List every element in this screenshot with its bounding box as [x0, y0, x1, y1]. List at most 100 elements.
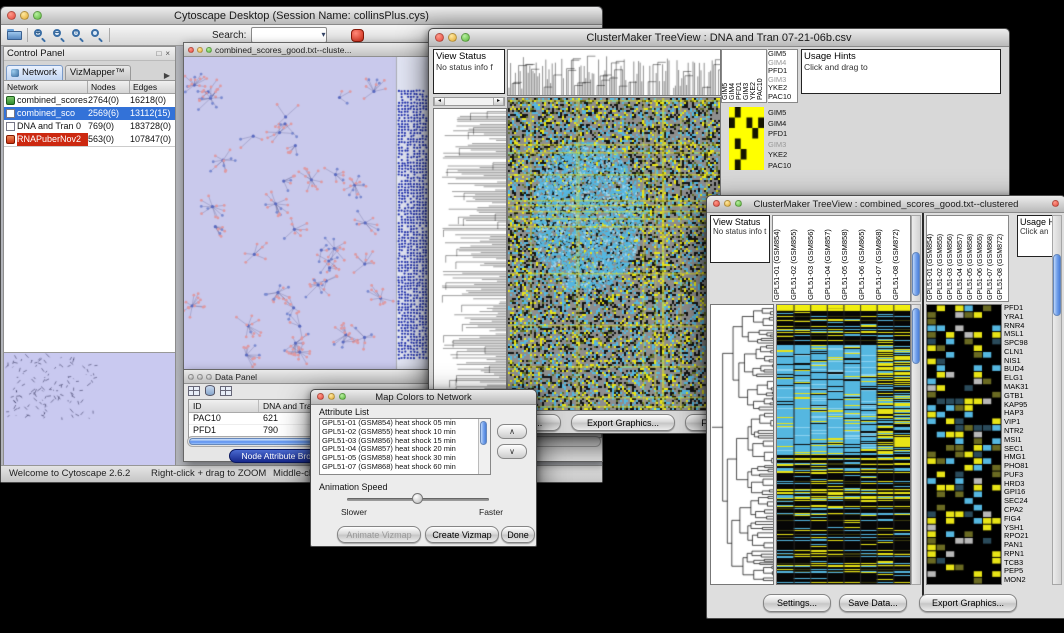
column-dendrogram-canvas[interactable]: [507, 49, 721, 96]
vertical-scrollbar[interactable]: [1052, 215, 1062, 585]
scrollbar-thumb[interactable]: [480, 421, 487, 445]
minimize-button[interactable]: [328, 393, 335, 400]
scrollbar-thumb[interactable]: [1053, 254, 1061, 316]
network-list-row[interactable]: combined_scores2764(0)16218(0): [4, 94, 175, 107]
horizontal-scrollbar[interactable]: ◂ ▸: [433, 97, 505, 106]
zoom-button[interactable]: [33, 11, 42, 20]
export-graphics-button[interactable]: Export Graphics...: [571, 414, 675, 431]
select-attributes-icon[interactable]: [188, 386, 200, 396]
zoom-button[interactable]: [339, 393, 346, 400]
tab-vizmapper[interactable]: VizMapper™: [65, 65, 131, 80]
search-input[interactable]: ▾: [251, 27, 327, 43]
main-titlebar[interactable]: Cytoscape Desktop (Session Name: collins…: [1, 7, 602, 25]
tab-scroll-right-button[interactable]: ▶: [161, 71, 173, 80]
move-down-button[interactable]: ∨: [497, 444, 527, 459]
gene-label[interactable]: PAC10: [768, 93, 797, 102]
scrollbar-thumb[interactable]: [912, 252, 920, 296]
export-graphics-button[interactable]: Export Graphics...: [919, 594, 1017, 612]
column-label[interactable]: GPL51-06 (GSM865): [977, 216, 987, 300]
network-list-row[interactable]: RNAPuberNov2563(0)107847(0): [4, 133, 175, 146]
column-label[interactable]: GPL51-08 (GSM872): [997, 216, 1007, 300]
vertical-scrollbar[interactable]: [911, 304, 921, 585]
gene-label[interactable]: GIM4: [768, 119, 802, 130]
zoom-button[interactable]: [461, 33, 470, 42]
frame-close-icon[interactable]: [188, 374, 194, 380]
column-label[interactable]: GIM3: [743, 50, 750, 100]
column-label[interactable]: GPL51-07 (GSM868): [875, 216, 892, 300]
column-header-network[interactable]: Network: [4, 81, 88, 93]
column-label[interactable]: GPL51-08 (GSM872): [892, 216, 909, 300]
gene-label[interactable]: PFD1: [768, 129, 802, 140]
column-label[interactable]: GPL51-01 (GSM854): [927, 216, 937, 300]
network-canvas[interactable]: [184, 57, 429, 369]
gene-label[interactable]: YKE2: [768, 150, 802, 161]
move-up-button[interactable]: ∧: [497, 424, 527, 439]
create-attribute-icon[interactable]: [205, 385, 215, 396]
network-overview-canvas[interactable]: [4, 353, 175, 464]
similarity-matrix-canvas[interactable]: [729, 107, 764, 170]
network-list-row[interactable]: DNA and Tran 0769(0)183728(0): [4, 120, 175, 133]
zoom-fit-icon[interactable]: ▫: [71, 28, 85, 42]
column-label[interactable]: GIM5: [722, 50, 729, 100]
column-label[interactable]: GPL51-06 (GSM865): [858, 216, 875, 300]
slider-thumb[interactable]: [412, 493, 423, 504]
heatmap-canvas[interactable]: [776, 304, 911, 585]
column-label[interactable]: GPL51-02 (GSM855): [937, 216, 947, 300]
gene-label[interactable]: GIM5: [768, 108, 802, 119]
column-label[interactable]: GPL51-07 (GSM868): [987, 216, 997, 300]
zoom-heatmap-canvas[interactable]: [926, 304, 1002, 585]
attribute-list-item[interactable]: GPL51-07 (GSM868) heat shock 60 min: [320, 463, 490, 472]
tab-network[interactable]: Network: [6, 65, 63, 80]
scroll-left-icon[interactable]: ◂: [434, 98, 445, 105]
column-label[interactable]: YKE2: [750, 50, 757, 100]
zoom-out-icon[interactable]: −: [52, 28, 66, 42]
treeview-dna-titlebar[interactable]: ClusterMaker TreeView : DNA and Tran 07-…: [429, 29, 1009, 47]
error-badge-icon[interactable]: [351, 29, 364, 42]
minimize-button[interactable]: [448, 33, 457, 42]
minimize-button[interactable]: [20, 11, 29, 20]
done-button[interactable]: Done: [501, 526, 535, 543]
column-label[interactable]: GPL51-01 (GSM854): [773, 216, 790, 300]
close-button[interactable]: [713, 200, 720, 207]
column-label[interactable]: GPL51-04 (GSM857): [824, 216, 841, 300]
gene-label[interactable]: GIM3: [768, 140, 802, 151]
vertical-scrollbar[interactable]: [911, 215, 921, 302]
column-label[interactable]: GPL51-02 (GSM855): [790, 216, 807, 300]
column-label[interactable]: PAC10: [757, 50, 764, 100]
scrollbar-thumb[interactable]: [912, 308, 920, 364]
column-header-id[interactable]: ID: [189, 400, 259, 412]
attribute-listbox[interactable]: GPL51-01 (GSM854) heat shock 05 minGPL51…: [319, 418, 491, 475]
column-label[interactable]: GPL51-05 (GSM858): [967, 216, 977, 300]
create-vizmap-button[interactable]: Create Vizmap: [425, 526, 499, 543]
column-label[interactable]: GPL51-04 (GSM857): [957, 216, 967, 300]
listbox-scrollbar[interactable]: [478, 419, 490, 474]
scroll-right-icon[interactable]: ▸: [493, 98, 504, 105]
row-dendrogram-canvas[interactable]: [433, 108, 507, 411]
column-label[interactable]: PFD1: [736, 50, 743, 100]
zoom-button[interactable]: [735, 200, 742, 207]
magnifier-icon[interactable]: [90, 28, 104, 42]
close-button[interactable]: [7, 11, 16, 20]
delete-attribute-icon[interactable]: [220, 386, 232, 396]
column-label[interactable]: GPL51-05 (GSM858): [841, 216, 858, 300]
network-list-row[interactable]: combined_sco2569(6)13112(15): [4, 107, 175, 120]
zoom-in-icon[interactable]: +: [33, 28, 47, 42]
close-icon[interactable]: [1052, 200, 1059, 207]
combo-arrow-icon[interactable]: ▾: [321, 28, 325, 41]
column-label[interactable]: GPL51-03 (GSM856): [947, 216, 957, 300]
network-view-titlebar[interactable]: combined_scores_good.txt--cluste...: [184, 43, 429, 57]
close-button[interactable]: [317, 393, 324, 400]
column-label[interactable]: GIM4: [729, 50, 736, 100]
frame-zoom-icon[interactable]: [206, 47, 212, 53]
open-folder-icon[interactable]: [7, 29, 22, 41]
frame-close-icon[interactable]: [188, 47, 194, 53]
animation-speed-slider[interactable]: [347, 493, 489, 505]
save-data-button[interactable]: Save Data...: [839, 594, 907, 612]
float-panel-icon[interactable]: □: [154, 49, 163, 58]
frame-minimize-icon[interactable]: [197, 374, 203, 380]
frame-minimize-icon[interactable]: [197, 47, 203, 53]
map-colors-titlebar[interactable]: Map Colors to Network: [311, 390, 536, 405]
frame-zoom-icon[interactable]: [206, 374, 212, 380]
animate-vizmap-button[interactable]: Animate Vizmap: [337, 526, 421, 543]
row-dendrogram-canvas[interactable]: [710, 304, 774, 585]
